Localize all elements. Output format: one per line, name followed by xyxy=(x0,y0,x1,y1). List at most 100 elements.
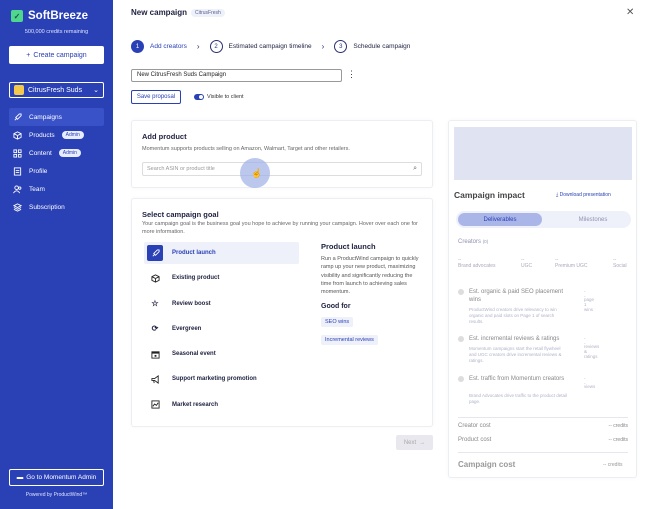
stat-label: Brand advocates xyxy=(458,263,496,269)
page-title: New campaign xyxy=(131,8,188,17)
main-content: New campaign CitrusFresh ✕ 1 Add creator… xyxy=(113,0,655,509)
brand[interactable]: ✓ SoftBreeze xyxy=(11,10,88,22)
goal-detail-text: Run a ProductWind campaign to quickly ra… xyxy=(321,256,419,295)
row-desc: ProductWind creators drive relevancy to … xyxy=(469,307,557,325)
refresh-icon: ⟳ xyxy=(151,324,159,334)
goal-label: Evergreen xyxy=(172,325,202,332)
campaign-goal-card: Select campaign goal Your campaign goal … xyxy=(131,198,433,427)
creator-cost-label: Creator cost xyxy=(458,423,491,429)
team-icon xyxy=(13,185,22,194)
divider xyxy=(458,452,628,453)
selected-brand: CitrusFresh Suds xyxy=(28,86,83,94)
goal-label: Product launch xyxy=(172,250,216,256)
goal-detail: Product launch Run a ProductWind campaig… xyxy=(321,242,421,346)
product-search-input[interactable]: Search ASIN or product title ⌕ xyxy=(142,162,422,176)
sidebar: ✓ SoftBreeze 500,000 credits remaining +… xyxy=(0,0,113,509)
next-label: Next xyxy=(403,439,417,446)
download-label: Download presentation xyxy=(559,192,611,198)
profile-icon xyxy=(13,167,22,176)
exit-icon: ▬ xyxy=(16,474,24,481)
go-to-admin-button[interactable]: ▬ Go to Momentum Admin xyxy=(9,469,104,486)
row-unit: views xyxy=(584,384,596,389)
goal-label: Support marketing promotion xyxy=(172,376,257,383)
grid-icon xyxy=(13,149,22,158)
download-icon: ⤓ xyxy=(556,192,559,198)
box-icon xyxy=(13,131,22,140)
step-number[interactable]: 1 xyxy=(131,40,144,53)
creator-cost-row: Creator cost -- credits xyxy=(458,423,628,429)
search-icon: ⌕ xyxy=(413,165,417,172)
goal-label: Market research xyxy=(172,401,219,408)
brand-logo-icon xyxy=(14,85,24,95)
close-icon[interactable]: ✕ xyxy=(626,7,634,18)
visible-to-client-label: Visible to client xyxy=(207,94,244,100)
row-title: Est. traffic from Momentum creators xyxy=(469,376,565,382)
brand-selector[interactable]: CitrusFresh Suds ⌄ xyxy=(9,82,104,98)
stack-icon xyxy=(13,203,22,213)
tab-deliverables[interactable]: Deliverables xyxy=(458,213,542,226)
add-product-title: Add product xyxy=(142,132,187,141)
check-circle-icon xyxy=(458,336,464,342)
sidebar-item-profile[interactable]: Profile xyxy=(9,163,104,181)
sidebar-item-products[interactable]: Products Admin xyxy=(9,126,104,144)
step-label[interactable]: Schedule campaign xyxy=(353,43,410,50)
softbreeze-logo-icon: ✓ xyxy=(11,10,23,22)
powered-by: Powered by ProductWind™ xyxy=(25,492,88,498)
good-for-tag: Incremental reviews xyxy=(321,335,378,346)
search-placeholder: Search ASIN or product title xyxy=(147,166,215,172)
chevron-right-icon: › xyxy=(321,42,325,51)
row-unit: page 1 wins xyxy=(584,297,595,312)
stat-label: UGC xyxy=(521,263,533,269)
sidebar-item-campaigns[interactable]: Campaigns xyxy=(9,108,104,126)
stat-social: -- Social xyxy=(613,257,627,269)
goal-option-market-research[interactable]: Market research xyxy=(144,394,299,416)
next-button[interactable]: Next → xyxy=(396,435,433,450)
sidebar-item-label: Team xyxy=(29,186,45,194)
go-admin-label: Go to Momentum Admin xyxy=(26,474,97,481)
stepper: 1 Add creators › 2 Estimated campaign ti… xyxy=(131,40,410,53)
add-product-card: Add product Momentum supports products s… xyxy=(131,120,433,188)
good-for-tag: SEO wins xyxy=(321,317,354,328)
product-cost-value: -- credits xyxy=(608,437,628,443)
calendar-icon xyxy=(147,346,163,362)
sidebar-item-label: Profile xyxy=(29,168,48,176)
step-label[interactable]: Estimated campaign timeline xyxy=(229,43,312,50)
product-cost-row: Product cost -- credits xyxy=(458,437,628,443)
sidebar-item-subscription[interactable]: Subscription xyxy=(9,199,104,217)
campaign-impact-title: Campaign impact xyxy=(454,190,525,200)
goal-option-product-launch[interactable]: Product launch xyxy=(144,242,299,264)
hand-cursor-icon: ☝ xyxy=(251,168,263,178)
creator-cost-value: -- credits xyxy=(608,423,628,429)
good-for-label: Good for xyxy=(321,303,351,311)
credits-remaining: 500,000 credits remaining xyxy=(24,29,89,35)
product-image-placeholder xyxy=(454,127,632,180)
sidebar-item-label: Products xyxy=(29,131,55,139)
goal-label: Seasonal event xyxy=(172,351,216,358)
campaign-cost-value: -- credits xyxy=(603,462,623,468)
goal-option-seasonal-event[interactable]: Seasonal event xyxy=(144,343,299,365)
sidebar-item-content[interactable]: Content Admin xyxy=(9,144,104,162)
save-proposal-button[interactable]: Save proposal xyxy=(131,90,181,104)
step-label[interactable]: Add creators xyxy=(150,43,187,50)
row-desc: Momentum campaigns start the retail flyw… xyxy=(469,346,562,364)
download-presentation-link[interactable]: ⤓ Download presentation xyxy=(556,192,611,198)
stat-label: Premium UGC xyxy=(555,263,588,269)
sidebar-item-team[interactable]: Team xyxy=(9,181,104,199)
visible-to-client-toggle[interactable] xyxy=(194,94,204,100)
step-number[interactable]: 2 xyxy=(209,40,223,53)
step-number[interactable]: 3 xyxy=(334,40,348,53)
goal-option-support-marketing-promotion[interactable]: Support marketing promotion xyxy=(144,368,299,390)
goal-option-review-boost[interactable]: ☆ Review boost xyxy=(144,293,299,315)
chevron-down-icon: ⌄ xyxy=(93,87,99,94)
create-campaign-button[interactable]: + Create campaign xyxy=(9,46,104,64)
goal-option-evergreen[interactable]: ⟳ Evergreen xyxy=(144,318,299,340)
stat-label: Social xyxy=(613,263,627,269)
goal-option-existing-product[interactable]: Existing product xyxy=(144,267,299,289)
campaign-name-input[interactable]: New CitrusFresh Suds Campaign xyxy=(131,69,342,82)
more-options-icon[interactable]: ⋮ xyxy=(347,70,356,79)
sidebar-item-label: Content xyxy=(29,149,52,157)
row-unit: reviews & ratings xyxy=(584,344,600,359)
rocket-icon xyxy=(147,245,163,261)
tab-milestones[interactable]: Milestones xyxy=(556,213,630,226)
chart-icon xyxy=(147,397,163,413)
